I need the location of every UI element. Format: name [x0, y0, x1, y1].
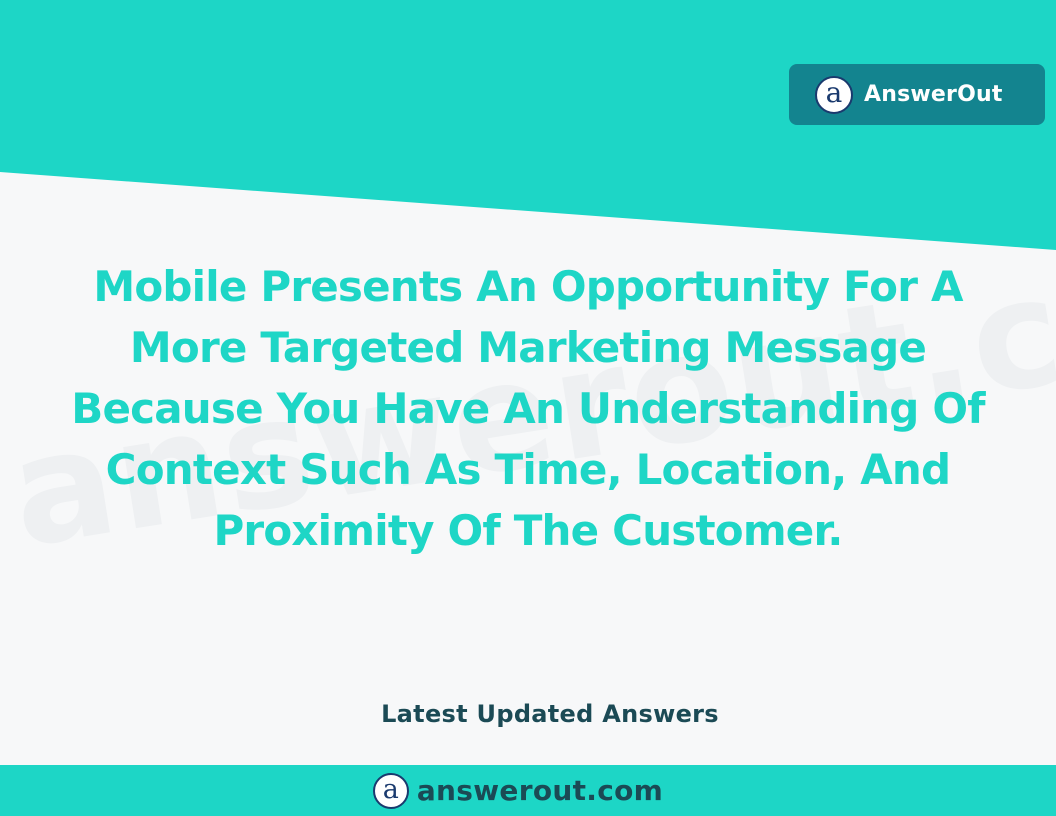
footer-site-url: answerout.com: [416, 774, 664, 807]
headline-line: Because You Have An Understanding Of: [71, 384, 985, 433]
answerout-brand-badge[interactable]: a AnswerOut: [789, 64, 1045, 125]
answerout-logo-icon: a: [815, 75, 853, 114]
headline-line: Mobile Presents An Opportunity For A: [93, 262, 963, 311]
footer-bar: a answerout.com: [0, 765, 1056, 816]
question-headline: Mobile Presents An Opportunity For A Mor…: [20, 256, 1036, 561]
headline-line: More Targeted Marketing Message: [129, 323, 927, 372]
brand-name: AnswerOut: [864, 82, 1003, 107]
headline-line: Context Such As Time, Location, And: [105, 445, 951, 494]
latest-answers-heading: Latest Updated Answers: [381, 700, 719, 728]
teal-header-band: [0, 0, 1056, 250]
answerout-logo-icon: a: [372, 772, 409, 809]
headline-line: Proximity Of The Customer.: [213, 506, 843, 555]
footer-site-link[interactable]: a answerout.com: [372, 772, 664, 809]
